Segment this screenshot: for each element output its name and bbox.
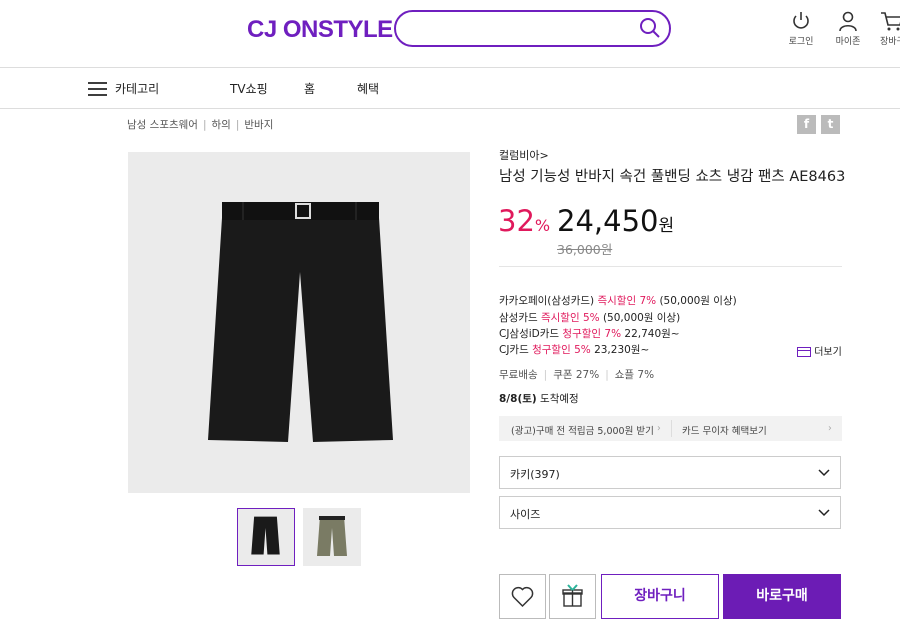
ad-card-link[interactable]: 카드 무이자 혜택보기 [682,423,767,437]
cart-label: 장바구 [880,37,900,47]
card-icon [797,347,811,357]
benefit-row: CJ삼성iD카드 청구할인 7% 22,740원~ [499,328,680,340]
breadcrumb: 남성 스포츠웨어 | 하의 | 반바지 [127,117,273,132]
menu-icon[interactable] [88,81,107,96]
product-main-image [128,152,470,493]
chevron-down-icon [818,509,830,517]
add-to-cart-button[interactable]: 장바구니 [601,574,719,619]
nav-divider [0,108,900,109]
heart-icon [511,586,534,608]
gift-button[interactable] [549,574,596,619]
login-label: 로그인 [788,37,814,47]
original-price: 36,000원 [557,242,613,257]
sale-price: 24,450원 [557,204,675,238]
user-icon [839,11,857,32]
size-select[interactable]: 사이즈 [499,496,841,529]
header-divider [0,67,900,68]
shipping-info: 무료배송 | 쿠폰 27% | 쇼플 7% [499,369,655,381]
color-select[interactable]: 카키(397) [499,456,841,489]
breadcrumb-item[interactable]: 반바지 [244,119,273,131]
gift-icon [562,584,583,607]
benefit-row: 삼성카드 즉시할인 5% (50,000원 이상) [499,312,681,324]
wishlist-button[interactable] [499,574,546,619]
divider [499,266,842,267]
product-title: 남성 기능성 반바지 속건 풀밴딩 쇼츠 냉감 팬츠 AE8463 [499,169,846,185]
buy-now-button[interactable]: 바로구매 [723,574,841,619]
benefit-row: 카카오페이(삼성카드) 즉시할인 7% (50,000원 이상) [499,295,737,307]
benefit-row: CJ카드 청구할인 5% 23,230원~ [499,344,650,356]
facebook-share-icon[interactable]: f [797,115,816,134]
cart-icon [881,12,900,31]
nav-tv-shopping[interactable]: TV쇼핑 [230,80,268,97]
breadcrumb-item[interactable]: 하의 [212,119,231,131]
power-icon [793,12,809,29]
thumbnail-khaki[interactable] [303,508,361,566]
nav-category[interactable]: 카테고리 [115,80,159,97]
delivery-estimate: 8/8(토) 도착예정 [499,393,579,405]
nav-benefits[interactable]: 혜택 [357,80,379,97]
nav-home[interactable]: 홈 [304,80,315,97]
chevron-down-icon [818,469,830,477]
login-button[interactable]: 로그인 [781,10,821,50]
search-icon[interactable] [638,16,662,40]
ad-points-link[interactable]: (광고)구매 전 적립금 5,000원 받기 [511,423,654,437]
logo[interactable]: CJ ONSTYLE [247,16,393,44]
brand-link[interactable]: 컬럼비아> [499,147,549,163]
myzone-label: 마이존 [835,37,861,47]
search-input[interactable] [394,10,671,47]
twitter-share-icon[interactable]: t [821,115,840,134]
breadcrumb-separator: | [235,119,240,131]
chevron-right-icon: › [657,423,661,434]
discount-rate: 32% [498,204,551,238]
more-benefits-button[interactable]: 더보기 [797,343,842,358]
thumbnail-black[interactable] [237,508,295,566]
breadcrumb-separator: | [202,119,207,131]
cart-link[interactable]: 장바구 [874,10,900,50]
ad-divider [671,420,672,437]
chevron-right-icon: › [828,423,832,434]
myzone-button[interactable]: 마이존 [828,10,868,50]
breadcrumb-item[interactable]: 남성 스포츠웨어 [127,119,198,131]
